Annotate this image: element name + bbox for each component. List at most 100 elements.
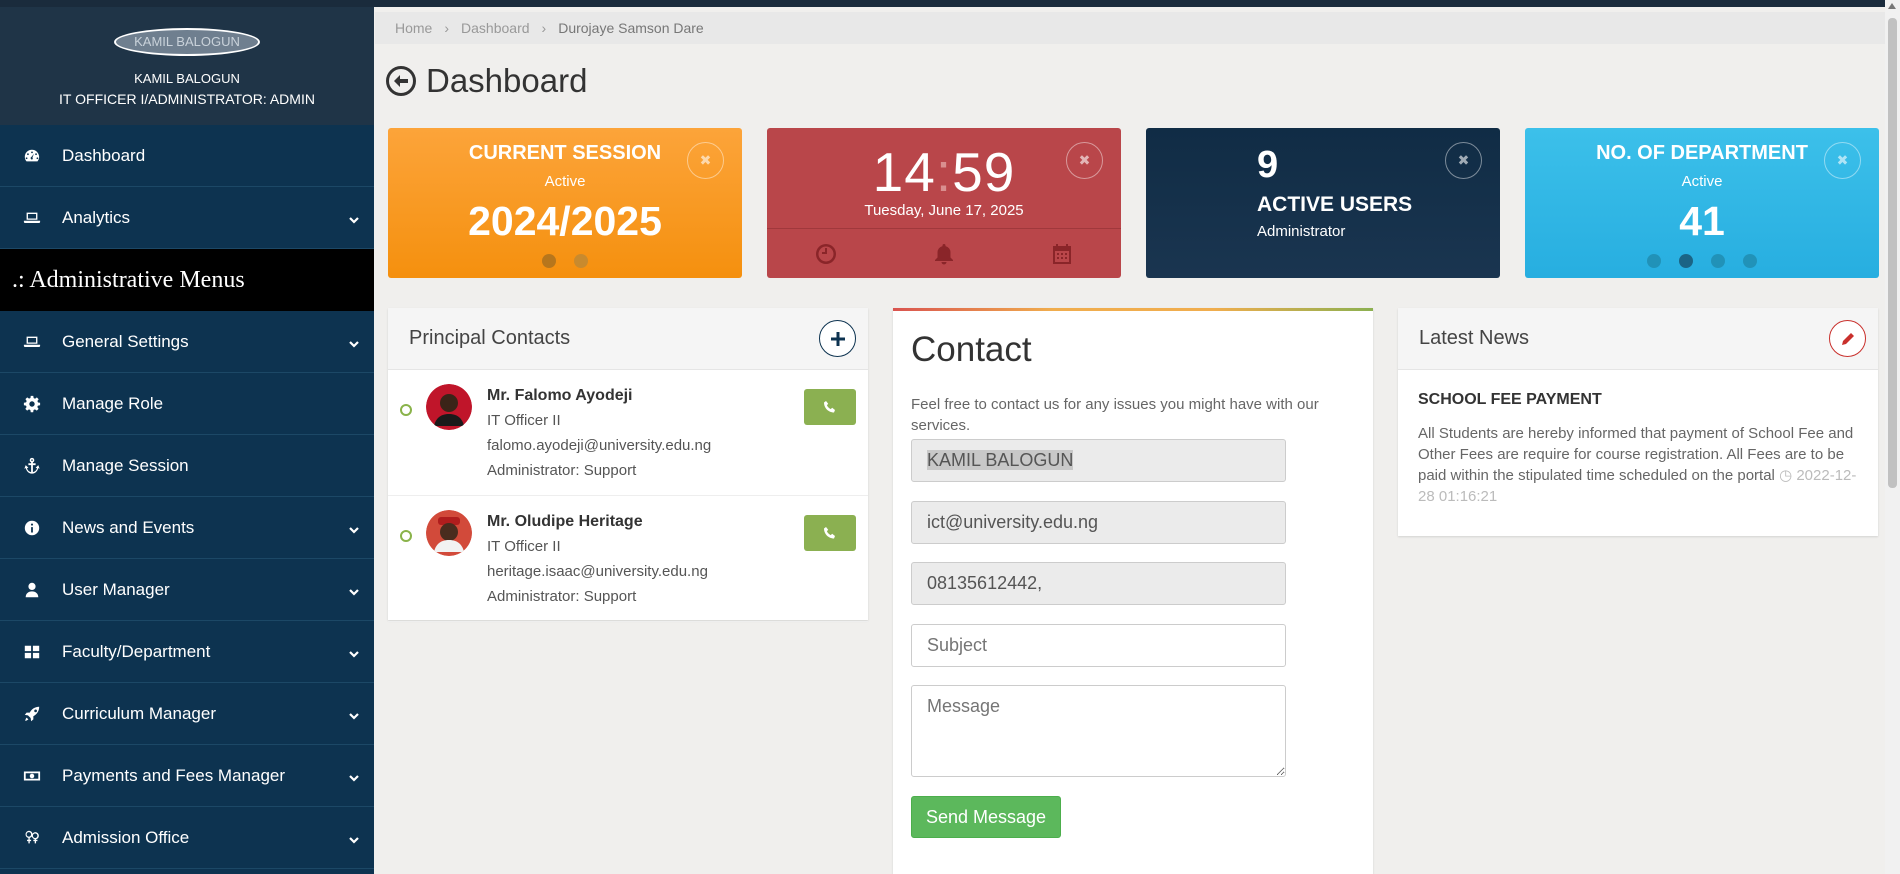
- close-icon[interactable]: ✖: [1824, 142, 1861, 179]
- sidebar-item-manage-session[interactable]: Manage Session: [0, 435, 374, 497]
- sidebar-item-label: Dashboard: [62, 145, 146, 165]
- grid-icon: [22, 642, 42, 662]
- panel-title: Latest News: [1419, 327, 1530, 349]
- message-textarea[interactable]: [911, 685, 1286, 777]
- sidebar-item-analytics[interactable]: Analytics: [0, 187, 374, 249]
- close-icon[interactable]: ✖: [1066, 142, 1103, 179]
- list-item: Mr. Oludipe Heritage IT Officer II herit…: [388, 496, 868, 622]
- gear-icon: [22, 394, 42, 414]
- call-button[interactable]: [804, 389, 856, 425]
- carousel-dot[interactable]: [1711, 254, 1725, 268]
- contact-info: Mr. Falomo Ayodeji IT Officer II falomo.…: [487, 383, 711, 483]
- close-icon[interactable]: ✖: [687, 142, 724, 179]
- gender-icon: [22, 828, 42, 848]
- vertical-scrollbar[interactable]: [1885, 0, 1900, 874]
- sidebar-item-dashboard[interactable]: Dashboard: [0, 125, 374, 187]
- card-value: 2024/2025: [468, 198, 662, 244]
- email-field[interactable]: ict@university.edu.ng: [911, 501, 1286, 544]
- chevron-right-icon: ›: [444, 20, 450, 36]
- sidebar-item-label: Admission Office: [62, 827, 190, 847]
- latest-news-panel: Latest News SCHOOL FEE PAYMENT All Stude…: [1398, 308, 1878, 536]
- laptop-icon: [22, 332, 42, 352]
- chevron-down-icon: [348, 211, 360, 224]
- department-card: ✖ NO. OF DEPARTMENT Active 41: [1525, 128, 1879, 278]
- page-title: Dashboard: [386, 62, 587, 100]
- chevron-down-icon: [348, 831, 360, 844]
- money-icon: [22, 766, 42, 786]
- clock-hours: 14: [872, 141, 936, 203]
- news-item-body: All Students are hereby informed that pa…: [1418, 423, 1866, 507]
- sidebar-item-faculty-department[interactable]: Faculty/Department: [0, 621, 374, 683]
- sidebar-item-news-and-events[interactable]: News and Events: [0, 497, 374, 559]
- sidebar-item-user-manager[interactable]: User Manager: [0, 559, 374, 621]
- back-arrow-icon[interactable]: [386, 66, 416, 96]
- breadcrumb-home-link[interactable]: Home: [395, 20, 432, 36]
- subject-input[interactable]: [911, 624, 1286, 667]
- call-button[interactable]: [804, 515, 856, 551]
- contact-form-panel: Contact Feel free to contact us for any …: [893, 308, 1373, 874]
- breadcrumb-dashboard-link[interactable]: Dashboard: [461, 20, 530, 36]
- chevron-down-icon: [348, 769, 360, 782]
- name-field[interactable]: KAMIL BALOGUN: [911, 439, 1286, 482]
- sidebar-item-general-settings[interactable]: General Settings: [0, 311, 374, 373]
- bell-icon[interactable]: [932, 242, 956, 266]
- sidebar-item-curriculum-manager[interactable]: Curriculum Manager: [0, 683, 374, 745]
- sidebar-item-payments-and-fees-manager[interactable]: Payments and Fees Manager: [0, 745, 374, 807]
- page-title-text: Dashboard: [426, 62, 588, 99]
- carousel-dot[interactable]: [1743, 254, 1757, 268]
- edit-news-button[interactable]: [1829, 320, 1866, 357]
- rocket-icon: [22, 704, 42, 724]
- carousel-dot[interactable]: [1647, 254, 1661, 268]
- add-contact-button[interactable]: [819, 320, 856, 357]
- profile-name: KAMIL BALOGUN: [134, 71, 240, 86]
- carousel-dots: [388, 254, 742, 268]
- carousel-dot[interactable]: [574, 254, 588, 268]
- sidebar-item-label: General Settings: [62, 331, 189, 351]
- sidebar-section-header: .: Administrative Menus: [0, 249, 374, 311]
- contact-name: Mr. Oludipe Heritage: [487, 513, 643, 530]
- breadcrumb: Home › Dashboard › Durojaye Samson Dare: [375, 12, 1885, 44]
- active-users-role: Administrator: [1257, 223, 1346, 240]
- close-icon[interactable]: ✖: [1445, 142, 1482, 179]
- phone-field[interactable]: 08135612442,: [911, 562, 1286, 605]
- active-users-count: 9: [1257, 144, 1279, 186]
- avatar[interactable]: KAMIL BALOGUN: [114, 28, 260, 56]
- plus-icon: [830, 331, 845, 346]
- card-value: 41: [1679, 198, 1725, 244]
- clock-colon: :: [935, 141, 953, 203]
- scrollbar-thumb[interactable]: [1888, 18, 1897, 488]
- contact-form-title: Contact: [911, 330, 1032, 369]
- contact-email: heritage.isaac@university.edu.ng: [487, 563, 708, 580]
- dashboard-icon: [22, 146, 42, 166]
- clock-icon[interactable]: [814, 242, 838, 266]
- pencil-icon: [1841, 332, 1854, 345]
- list-item: Mr. Falomo Ayodeji IT Officer II falomo.…: [388, 370, 868, 496]
- carousel-dot[interactable]: [1679, 254, 1693, 268]
- calendar-icon[interactable]: [1050, 242, 1074, 266]
- sidebar-item-label: Analytics: [62, 207, 131, 227]
- avatar[interactable]: [426, 384, 472, 430]
- sidebar-item-label: Curriculum Manager: [62, 703, 216, 723]
- sidebar-item-admission-office[interactable]: Admission Office: [0, 807, 374, 869]
- clock-icon: ◷: [1779, 467, 1793, 484]
- chevron-down-icon: [348, 335, 360, 348]
- status-indicator: [400, 404, 412, 416]
- chevron-down-icon: [348, 521, 360, 534]
- sidebar: KAMIL BALOGUN KAMIL BALOGUN IT OFFICER I…: [0, 7, 374, 874]
- avatar[interactable]: [426, 510, 472, 556]
- contact-form-description: Feel free to contact us for any issues y…: [911, 396, 1319, 434]
- carousel-dot[interactable]: [542, 254, 556, 268]
- info-icon: [22, 518, 42, 538]
- news-item-title[interactable]: SCHOOL FEE PAYMENT: [1418, 391, 1878, 409]
- sidebar-item-label: Manage Role: [62, 393, 164, 413]
- contact-info: Mr. Oludipe Heritage IT Officer II herit…: [487, 509, 708, 609]
- profile-role: IT OFFICER I/ADMINISTRATOR: ADMIN: [59, 91, 315, 107]
- clock-toolbar: [767, 228, 1121, 278]
- sidebar-item-label: Manage Session: [62, 455, 189, 475]
- sidebar-item-label: Payments and Fees Manager: [62, 765, 286, 785]
- chevron-down-icon: [348, 707, 360, 720]
- send-message-button[interactable]: Send Message: [911, 796, 1061, 838]
- user-icon: [22, 580, 42, 600]
- scroll-up-icon[interactable]: [1888, 3, 1896, 9]
- sidebar-item-manage-role[interactable]: Manage Role: [0, 373, 374, 435]
